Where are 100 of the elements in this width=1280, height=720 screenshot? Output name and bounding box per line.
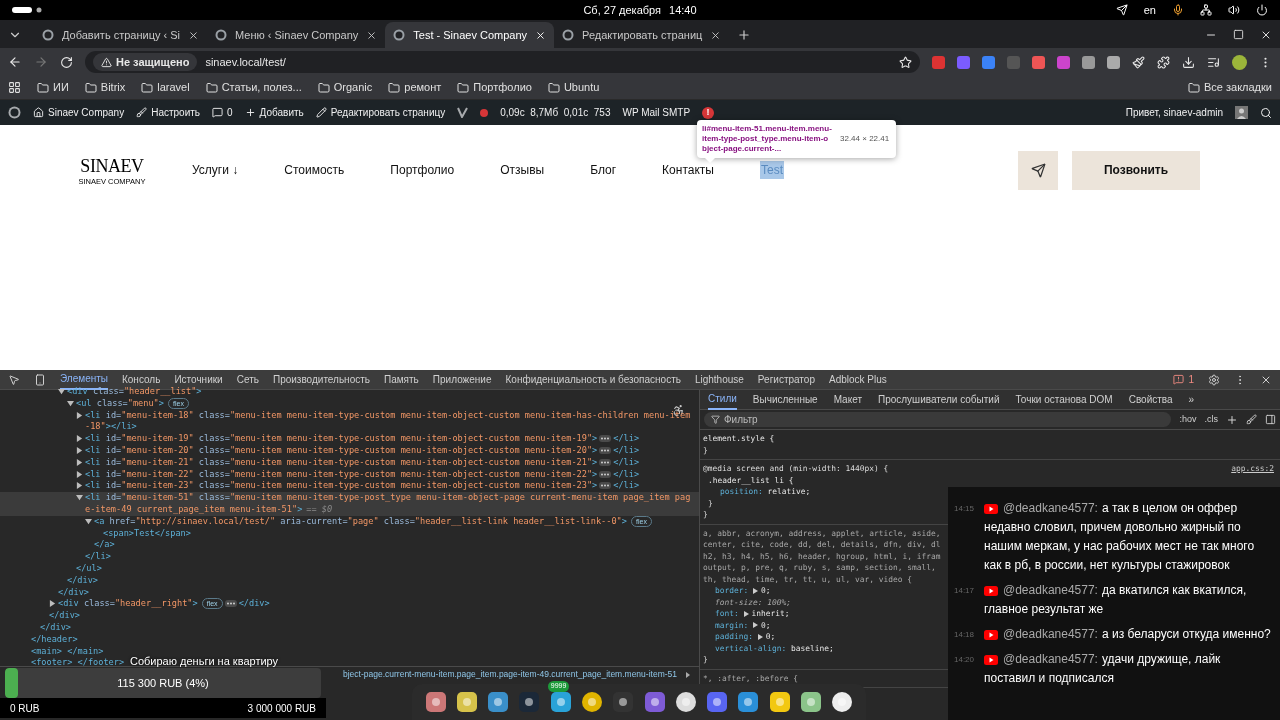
devtools-tab[interactable]: Lighthouse [694,369,744,390]
ellipsis-icon[interactable] [599,458,612,466]
nav-link[interactable]: Портфолио [390,161,455,179]
expand-triangle-icon[interactable] [85,517,92,525]
customize-link[interactable]: Настроить [136,105,201,120]
bookmark-folder[interactable]: ИИ [37,79,69,96]
expand-triangle-icon[interactable] [49,600,56,608]
inspect-icon[interactable] [8,373,20,386]
comments-link[interactable]: 0 [212,105,233,120]
network-icon[interactable] [1200,4,1212,16]
expand-triangle-icon[interactable] [76,470,83,478]
expand-triangle-icon[interactable] [753,587,759,594]
nav-link[interactable]: Блог [590,161,617,179]
bookmark-folder[interactable]: Bitrix [84,79,126,96]
devtools-tab[interactable]: Сеть [236,369,259,390]
avatar-icon[interactable] [1232,54,1247,70]
dom-node[interactable]: <li id="menu-item-19" class="menu-item menu-item-type-custom menu-item-object-custom menu-item-19"> </li> [85,433,640,445]
sidebar-toggle-icon[interactable] [1265,414,1276,425]
settings-icon[interactable] [1208,373,1220,386]
extension-icon[interactable] [1057,55,1070,69]
smtp-link[interactable]: WP Mail SMTP [622,105,691,120]
devtools-tab[interactable]: Adblock Plus [828,369,887,390]
ellipsis-icon[interactable] [599,482,612,490]
devtools-tab[interactable]: Память [384,369,419,390]
more-tabs-button[interactable]: » [1188,392,1195,407]
workspace-indicator-icon[interactable] [12,7,42,13]
styles-tab[interactable]: Макет [833,389,862,410]
nav-link[interactable]: Услуги ↓ [192,161,239,179]
ellipsis-icon[interactable] [599,470,612,478]
issues-badge[interactable]: 1 [1173,372,1194,387]
volume-icon[interactable] [1228,4,1240,16]
expand-triangle-icon[interactable] [76,482,83,490]
greeting-link[interactable]: Привет, sinaev-admin [1125,105,1223,120]
devtools-tab[interactable]: Производительность [272,369,370,390]
extension-icon[interactable] [1032,55,1045,69]
nav-link[interactable]: Стоимость [284,161,345,179]
all-bookmarks[interactable]: Все закладки [1187,79,1272,96]
styles-tab[interactable]: Стили [708,389,737,410]
extension-icon[interactable] [982,55,995,69]
bookmark-star-icon[interactable] [899,55,912,69]
dom-node[interactable]: <li id="menu-item-23" class="menu-item menu-item-type-custom menu-item-object-custom menu-item-23"> </li> [85,480,640,493]
telegram-button[interactable] [1018,150,1058,190]
add-rule-icon[interactable] [1226,413,1238,426]
add-new-link[interactable]: Добавить [244,105,304,120]
site-logo[interactable]: SINAEV [80,154,144,177]
class-toggle[interactable]: .cls [1204,412,1218,427]
breadcrumb-path[interactable]: bject-page.current-menu-item.page_item.page-item-49.current_page_item.menu-item-51 [342,668,677,681]
microphone-icon[interactable] [1172,4,1184,16]
expand-triangle-icon[interactable] [76,458,83,466]
dom-node[interactable]: <li id="menu-item-21" class="menu-item menu-item-type-custom menu-item-object-custom menu-item-21"> </li> [85,456,640,469]
new-tab-icon[interactable] [737,28,752,42]
bookmark-folder[interactable]: Ubuntu [547,79,600,96]
extension-icon[interactable] [1107,55,1120,69]
expand-triangle-icon[interactable] [76,435,83,443]
styles-tab[interactable]: Прослушиватели событий [877,389,1000,410]
scroll-right-icon[interactable] [685,671,691,678]
bookmark-folder[interactable]: ремонт [388,79,442,96]
devtools-tab[interactable]: Конфиденциальность и безопасность [505,369,681,390]
devtools-tab[interactable]: Приложение [432,369,492,390]
browser-tab[interactable]: Test - Sinaev Company [385,22,555,48]
filter-field[interactable]: Фильтр [704,412,1172,427]
forward-icon[interactable] [34,55,48,69]
back-icon[interactable] [8,55,22,69]
browser-tab[interactable]: Редактировать страниц [554,22,730,48]
expand-triangle-icon[interactable] [58,388,65,395]
nav-link[interactable]: Отзывы [500,161,545,179]
edit-page-link[interactable]: Редактировать страницу [315,105,446,120]
bookmark-folder[interactable]: Статьи, полез... [205,79,302,96]
media-icon[interactable] [1207,55,1220,69]
clock-text[interactable]: 14:40 [669,1,697,19]
download-icon[interactable] [1182,55,1195,69]
bookmark-folder[interactable]: Organic [317,79,373,96]
expand-triangle-icon[interactable] [76,494,83,502]
styles-tab[interactable]: Точки останова DOM [1015,389,1113,410]
avatar-icon[interactable] [1235,106,1248,119]
extension-icon[interactable] [932,55,945,69]
admin-site-link[interactable]: Sinaev Company [33,105,125,120]
call-button[interactable]: Позвонить [1072,150,1200,190]
ellipsis-icon[interactable] [599,435,612,443]
browser-tab[interactable]: Добавить страницу ‹ Si [34,22,208,48]
expand-triangle-icon[interactable] [76,447,83,454]
close-icon[interactable] [710,29,722,41]
extension-icon[interactable] [957,55,970,69]
ellipsis-icon[interactable] [599,447,612,454]
device-icon[interactable] [34,373,46,386]
close-icon[interactable] [188,29,200,41]
bookmark-folder[interactable]: laravel [141,79,190,96]
language-indicator[interactable]: en [1143,1,1156,19]
close-icon[interactable] [1260,29,1272,41]
ellipsis-icon[interactable] [224,600,237,608]
devtools-tab[interactable]: Регистратор [757,369,815,390]
date-text[interactable]: Сб, 27 декабря [583,1,662,19]
address-field[interactable]: Не защищено sinaev.local/test/ [85,51,920,73]
dom-node[interactable]: <li id="menu-item-20" class="menu-item menu-item-type-custom menu-item-object-custom menu-item-20"> </li> [85,445,640,457]
search-icon[interactable] [1260,106,1272,119]
dom-node[interactable]: <span>Test</span> [103,527,191,540]
eyedropper-icon[interactable] [1132,55,1145,69]
nav-link[interactable]: Контакты [662,161,714,179]
dom-node[interactable]: <main> </main> [31,645,104,658]
expand-triangle-icon[interactable] [76,411,83,419]
